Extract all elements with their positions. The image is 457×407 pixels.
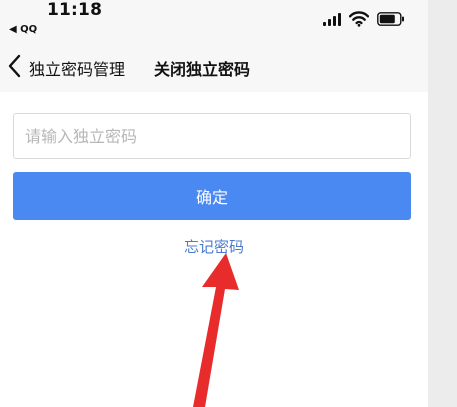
navigation-bar: 独立密码管理 关闭独立密码 xyxy=(0,42,428,92)
battery-icon xyxy=(377,12,404,26)
forgot-password-link[interactable]: 忘记密码 xyxy=(0,236,428,257)
status-icons xyxy=(323,10,405,28)
phone-screen: 11:18 ◀ QQ 独立密码管理 关闭独立密码 确定 忘记密码 xyxy=(0,0,428,407)
back-to-app-link[interactable]: ◀ QQ xyxy=(9,24,37,35)
main-content: 确定 忘记密码 xyxy=(0,92,428,407)
page-title: 关闭独立密码 xyxy=(154,60,251,79)
back-button[interactable]: 独立密码管理 xyxy=(29,56,125,80)
status-bar: 11:18 ◀ QQ xyxy=(0,0,428,42)
confirm-button[interactable]: 确定 xyxy=(13,172,411,220)
password-input[interactable] xyxy=(13,113,411,159)
status-time: 11:18 xyxy=(47,0,103,20)
wifi-icon xyxy=(349,11,369,27)
signal-icon xyxy=(323,12,341,26)
chevron-left-icon[interactable] xyxy=(4,52,26,80)
background-strip xyxy=(428,0,457,407)
